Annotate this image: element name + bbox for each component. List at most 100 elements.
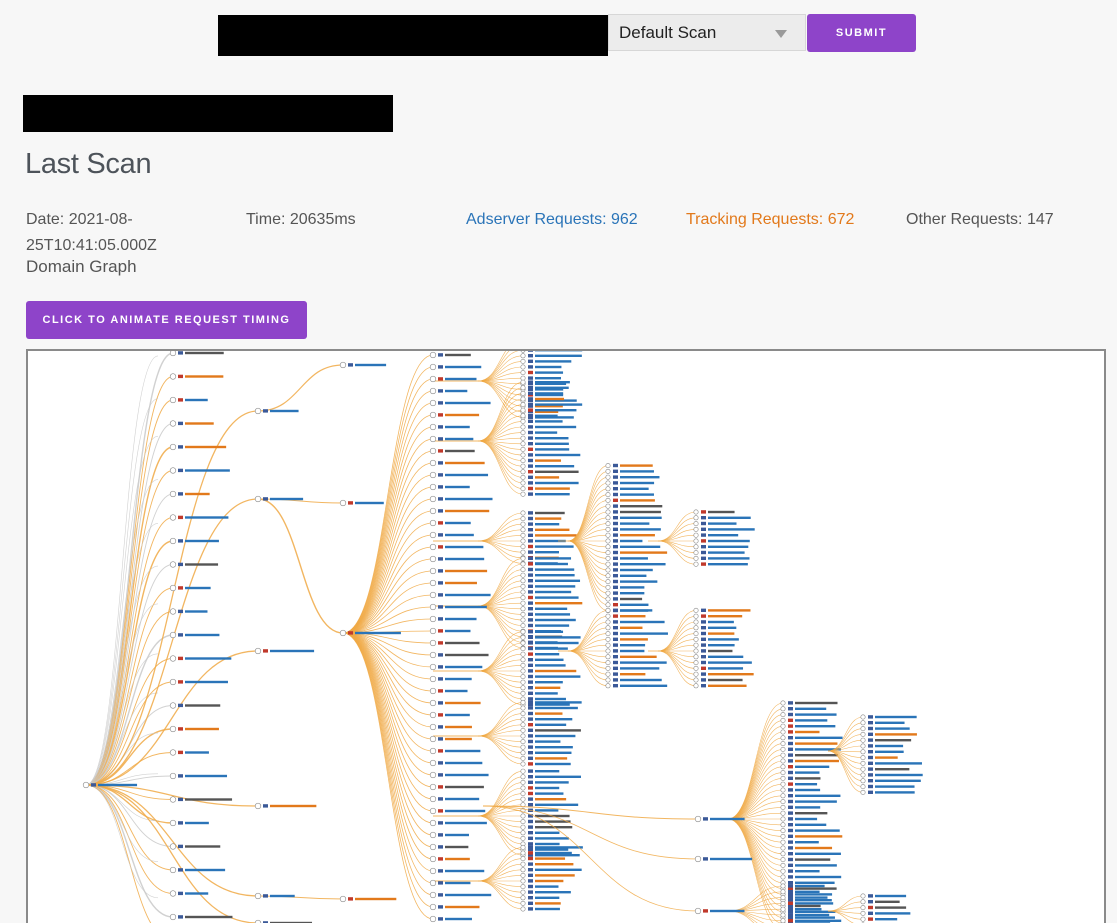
flag-icon (788, 712, 793, 717)
flag-icon (528, 607, 533, 611)
graph-node (429, 387, 437, 395)
flag-icon (868, 784, 873, 789)
node-label (620, 620, 665, 624)
flag-icon (528, 646, 533, 651)
node-label (535, 459, 562, 462)
node-label (620, 568, 653, 572)
node-label (795, 870, 820, 873)
graph-edge (342, 632, 434, 860)
node-label (535, 517, 562, 520)
flag-icon (613, 591, 618, 595)
graph-node (780, 712, 786, 718)
node-label (355, 501, 384, 505)
flag-icon (528, 528, 533, 532)
flag-icon (438, 713, 443, 717)
node-label (270, 409, 299, 413)
flag-icon (788, 753, 793, 757)
graph-node (860, 755, 866, 761)
graph-node (520, 884, 526, 890)
flag-icon (868, 738, 873, 742)
graph-node (169, 702, 177, 709)
flag-icon (348, 363, 353, 367)
graph-edge (477, 670, 524, 705)
graph-node (693, 509, 699, 515)
flag-icon (788, 707, 793, 711)
node-label (795, 754, 838, 757)
graph-node (520, 510, 526, 516)
flag-icon (613, 608, 618, 612)
graph-node (605, 654, 611, 660)
domain-graph-canvas[interactable] (28, 351, 1106, 923)
flag-icon (178, 468, 183, 473)
graph-node (520, 532, 526, 538)
node-label (535, 718, 573, 721)
flag-icon (528, 769, 533, 773)
node-label (795, 713, 837, 716)
animate-timing-button[interactable]: CLICK TO ANIMATE REQUEST TIMING (26, 301, 307, 339)
node-label (185, 704, 221, 707)
node-label (795, 829, 840, 832)
submit-button[interactable]: SUBMIT (807, 14, 916, 52)
graph-node (520, 727, 526, 733)
flag-icon (178, 562, 183, 567)
node-label (708, 684, 747, 687)
domain-graph[interactable] (26, 349, 1106, 923)
graph-node (605, 671, 611, 677)
graph-edge (342, 632, 434, 896)
graph-node (780, 758, 786, 764)
node-label (445, 629, 471, 633)
flag-icon (701, 521, 706, 526)
node-label (445, 881, 471, 885)
flag-icon (701, 533, 706, 537)
graph-node (780, 706, 786, 712)
graph-node (605, 683, 611, 689)
redacted-url-input[interactable] (218, 15, 608, 56)
node-label (535, 734, 576, 738)
node-label (795, 884, 825, 888)
node-label (445, 785, 484, 789)
graph-node (520, 711, 526, 717)
scan-type-select[interactable]: Default Scan (608, 14, 806, 51)
node-label (708, 557, 750, 560)
graph-node (520, 549, 526, 555)
flag-icon (438, 833, 443, 837)
node-label (795, 817, 818, 821)
node-label (185, 680, 228, 684)
flag-icon (788, 840, 793, 844)
graph-node (429, 519, 437, 527)
node-label (535, 896, 560, 899)
flag-icon (788, 869, 793, 873)
graph-edge (477, 847, 524, 882)
flag-icon (528, 745, 533, 749)
flag-icon (528, 425, 533, 429)
node-label (445, 761, 483, 765)
graph-edge (567, 540, 609, 571)
node-label (535, 697, 566, 701)
graph-edge (657, 650, 697, 681)
flag-icon (438, 773, 443, 777)
flag-icon (788, 907, 793, 911)
flag-icon (528, 890, 533, 894)
graph-node (429, 723, 437, 731)
flag-icon (178, 774, 183, 778)
node-label (535, 885, 559, 888)
graph-node (520, 424, 526, 430)
flag-icon (868, 726, 873, 731)
node-label (620, 476, 660, 479)
node-label (535, 377, 561, 380)
flag-icon (178, 374, 183, 379)
graph-edge (85, 784, 152, 923)
node-label (620, 470, 654, 473)
node-label (445, 857, 470, 861)
graph-node (429, 915, 437, 923)
flag-icon (701, 672, 706, 676)
flag-icon (701, 626, 706, 630)
node-label (535, 746, 573, 749)
graph-node (169, 819, 177, 827)
flag-icon (701, 614, 706, 618)
flag-icon (438, 521, 443, 525)
flag-icon (613, 631, 618, 636)
flag-icon (263, 649, 268, 653)
graph-node (429, 771, 437, 779)
flag-icon (528, 825, 533, 829)
